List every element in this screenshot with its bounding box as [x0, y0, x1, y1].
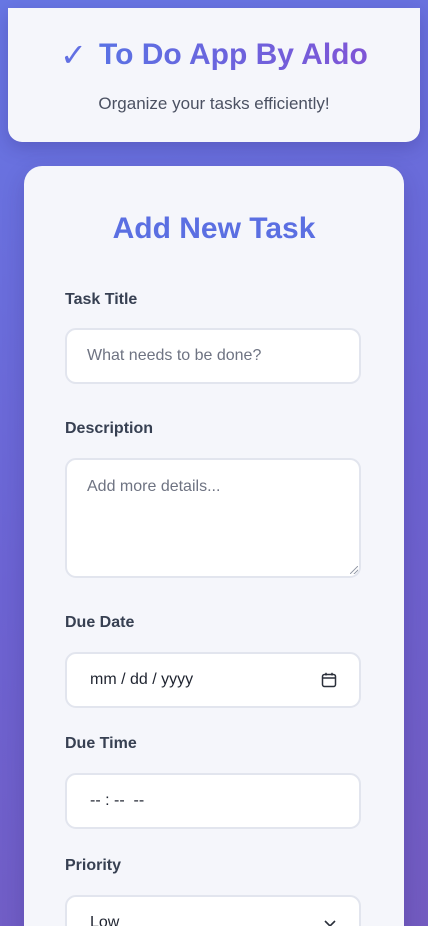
due-time-label: Due Time	[65, 735, 137, 752]
due-date-input[interactable]: mm / dd / yyyy	[65, 652, 361, 708]
due-date-value: mm / dd / yyyy	[90, 671, 194, 688]
add-task-form: Add New Task Task Title Description Due …	[24, 166, 404, 926]
app-title-text: To Do App By Aldo	[98, 38, 368, 71]
due-date-label: Due Date	[65, 614, 135, 631]
task-title-label: Task Title	[65, 291, 138, 308]
resize-handle[interactable]	[350, 566, 358, 574]
app-title: ✓ To Do App By Aldo	[8, 38, 420, 72]
calendar-icon[interactable]	[321, 672, 337, 688]
description-textarea[interactable]	[65, 458, 361, 578]
due-time-value: -- : -- --	[90, 792, 145, 809]
task-title-input[interactable]	[65, 328, 361, 384]
description-label: Description	[65, 420, 154, 437]
priority-selected-value: Low	[90, 914, 120, 926]
app-subtitle: Organize your tasks efficiently!	[98, 94, 330, 113]
form-title: Add New Task	[112, 212, 316, 245]
due-time-input[interactable]: -- : -- --	[65, 773, 361, 829]
app-header: ✓ To Do App By Aldo Organize your tasks …	[8, 8, 420, 142]
priority-label: Priority	[65, 857, 122, 874]
priority-select[interactable]: Low	[65, 895, 361, 926]
checkmark-icon: ✓	[60, 37, 87, 73]
chevron-down-icon	[324, 920, 336, 926]
description-wrapper	[24, 458, 404, 578]
